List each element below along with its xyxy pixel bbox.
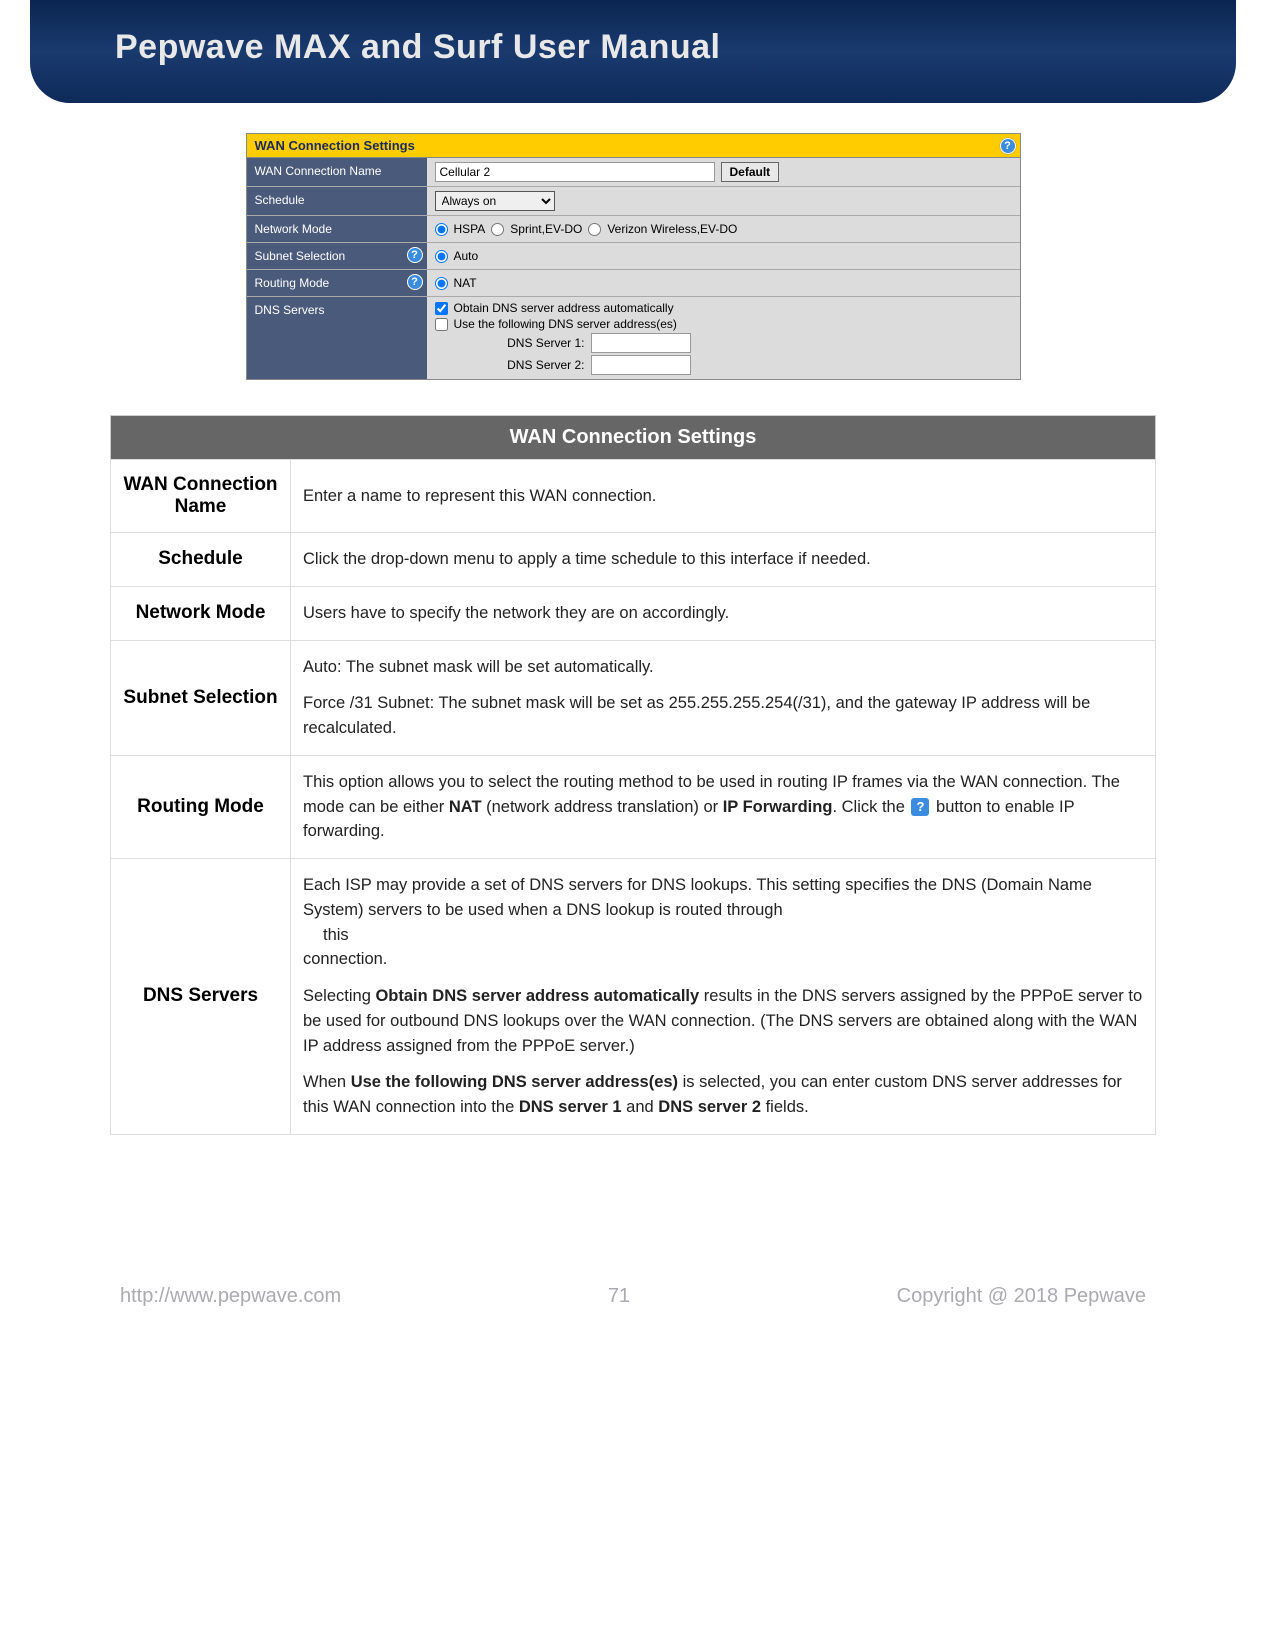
footer-url: http://www.pepwave.com: [120, 1285, 341, 1308]
schedule-select[interactable]: Always on: [435, 191, 555, 211]
routing-radio-nat[interactable]: [435, 277, 448, 290]
footer-copyright: Copyright @ 2018 Pepwave: [897, 1285, 1146, 1308]
help-icon[interactable]: ?: [407, 247, 423, 263]
row-dns: DNS Servers Obtain DNS server address au…: [247, 297, 1020, 379]
label-wan-name: WAN Connection Name: [247, 158, 427, 186]
table-row: Schedule Click the drop-down menu to app…: [111, 533, 1156, 587]
subnet-opt-auto: Auto: [454, 249, 479, 263]
network-radio-verizon[interactable]: [588, 223, 601, 236]
dns1-label: DNS Server 1:: [495, 336, 585, 350]
dns2-input[interactable]: [591, 355, 691, 375]
panel-header: WAN Connection Settings ?: [247, 134, 1020, 158]
row-schedule: Schedule Always on: [247, 187, 1020, 216]
row-network-mode: Network Mode HSPA Sprint,EV-DO Verizon W…: [247, 216, 1020, 243]
row-routing: Routing Mode ? NAT: [247, 270, 1020, 297]
default-button[interactable]: Default: [721, 162, 780, 182]
dns1-input[interactable]: [591, 333, 691, 353]
label-schedule: Schedule: [247, 187, 427, 215]
network-opt-sprint: Sprint,EV-DO: [510, 222, 582, 236]
table-row: Routing Mode This option allows you to s…: [111, 755, 1156, 858]
term-routing: Routing Mode: [111, 755, 291, 858]
def-subnet: Auto: The subnet mask will be set automa…: [291, 640, 1156, 755]
label-dns: DNS Servers: [247, 297, 427, 379]
def-routing: This option allows you to select the rou…: [291, 755, 1156, 858]
desc-header: WAN Connection Settings: [111, 416, 1156, 460]
term-subnet: Subnet Selection: [111, 640, 291, 755]
content-area: WAN Connection Settings ? WAN Connection…: [0, 103, 1266, 1135]
dns2-label: DNS Server 2:: [495, 358, 585, 372]
def-schedule: Click the drop-down menu to apply a time…: [291, 533, 1156, 587]
term-wan-name: WAN Connection Name: [111, 460, 291, 533]
help-icon[interactable]: ?: [1000, 138, 1016, 154]
def-network-mode: Users have to specify the network they a…: [291, 586, 1156, 640]
dns-auto-label: Obtain DNS server address automatically: [454, 301, 674, 315]
page-header: Pepwave MAX and Surf User Manual: [30, 0, 1236, 103]
network-opt-hspa: HSPA: [454, 222, 486, 236]
footer-page-number: 71: [608, 1285, 630, 1308]
page-footer: http://www.pepwave.com 71 Copyright @ 20…: [0, 1285, 1266, 1308]
description-table: WAN Connection Settings WAN Connection N…: [110, 415, 1156, 1135]
term-dns: DNS Servers: [111, 859, 291, 1135]
wan-name-input[interactable]: [435, 162, 715, 182]
dns-auto-checkbox[interactable]: [435, 302, 448, 315]
table-row: Network Mode Users have to specify the n…: [111, 586, 1156, 640]
table-row: WAN Connection Name Enter a name to repr…: [111, 460, 1156, 533]
dns-manual-checkbox[interactable]: [435, 318, 448, 331]
help-icon[interactable]: ?: [911, 798, 929, 816]
help-icon[interactable]: ?: [407, 274, 423, 290]
term-schedule: Schedule: [111, 533, 291, 587]
table-row: Subnet Selection Auto: The subnet mask w…: [111, 640, 1156, 755]
dns-manual-label: Use the following DNS server address(es): [454, 317, 677, 331]
network-opt-verizon: Verizon Wireless,EV-DO: [607, 222, 737, 236]
subnet-radio-auto[interactable]: [435, 250, 448, 263]
label-network-mode: Network Mode: [247, 216, 427, 242]
row-subnet: Subnet Selection ? Auto: [247, 243, 1020, 270]
label-routing: Routing Mode ?: [247, 270, 427, 296]
routing-opt-nat: NAT: [454, 276, 477, 290]
def-wan-name: Enter a name to represent this WAN conne…: [291, 460, 1156, 533]
page-title: Pepwave MAX and Surf User Manual: [115, 28, 1166, 67]
table-row: DNS Servers Each ISP may provide a set o…: [111, 859, 1156, 1135]
row-wan-name: WAN Connection Name Default: [247, 158, 1020, 187]
wan-settings-panel: WAN Connection Settings ? WAN Connection…: [246, 133, 1021, 380]
network-radio-hspa[interactable]: [435, 223, 448, 236]
label-subnet: Subnet Selection ?: [247, 243, 427, 269]
def-dns: Each ISP may provide a set of DNS server…: [291, 859, 1156, 1135]
term-network-mode: Network Mode: [111, 586, 291, 640]
panel-title: WAN Connection Settings: [255, 138, 415, 153]
network-radio-sprint[interactable]: [491, 223, 504, 236]
